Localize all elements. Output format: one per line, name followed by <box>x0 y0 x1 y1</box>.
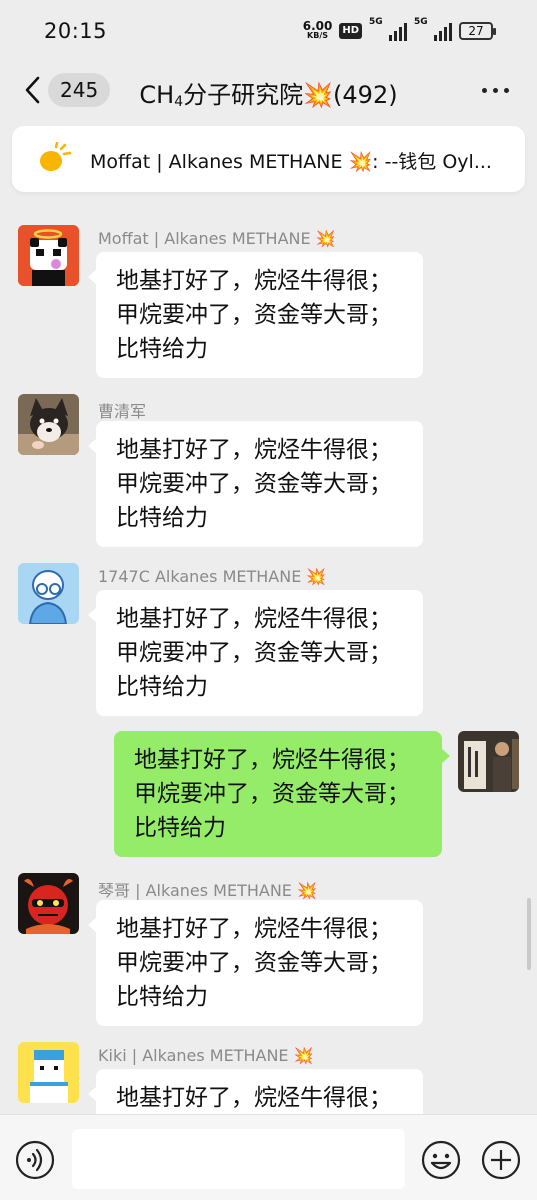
cartoon-glasses-avatar[interactable] <box>18 563 79 624</box>
message-line: 地基打好了，烷烃牛得很； <box>134 747 410 773</box>
announcement-icon <box>40 142 72 171</box>
chat-title-prefix: CH <box>139 81 175 109</box>
panda-angel-avatar[interactable] <box>18 225 79 286</box>
chat-header: 245 CH4分子研究院💥(492) <box>0 62 537 120</box>
sender-name: 曹清军 <box>98 402 147 421</box>
chat-title[interactable]: CH4分子研究院💥(492) <box>0 75 537 110</box>
sender-name: Moffat | Alkanes METHANE 💥 <box>98 229 336 248</box>
more-options-icon[interactable] <box>482 88 509 93</box>
message-input[interactable] <box>72 1129 405 1189</box>
message-line: 地基打好了，烷烃牛得很； <box>116 606 392 632</box>
emoji-icon[interactable] <box>420 1139 462 1181</box>
voice-input-icon[interactable] <box>14 1139 56 1181</box>
scrollbar-thumb[interactable] <box>527 898 531 970</box>
message-line: 地基打好了，烷烃牛得很； <box>116 437 392 463</box>
status-bar: 20:15 6.00 KB/S HD 5G 5G 27 <box>0 0 537 62</box>
pinned-notice-text: Moffat | Alkanes METHANE 💥: --钱包 Oyl... <box>90 151 492 173</box>
message-line: 地基打好了，烷烃牛得很； <box>116 916 392 942</box>
signal-icon-1: 5G <box>369 17 407 41</box>
status-time: 20:15 <box>44 19 108 43</box>
message-line: 比特给力 <box>116 984 208 1010</box>
sender-name: Kiki | Alkanes METHANE 💥 <box>98 1046 314 1065</box>
sender-name: 1747C Alkanes METHANE 💥 <box>98 567 327 586</box>
message-line: 甲烷要冲了，资金等大哥； <box>116 640 392 666</box>
network-speed: 6.00 KB/S <box>302 19 333 41</box>
input-bar <box>0 1114 537 1200</box>
message-line: 甲烷要冲了，资金等大哥； <box>134 781 410 807</box>
message-line: 比特给力 <box>134 815 226 841</box>
status-indicators: 6.00 KB/S HD 5G 5G 27 <box>302 17 496 44</box>
hd-voice-icon: HD <box>339 23 362 39</box>
message-line: 比特给力 <box>116 674 208 700</box>
message-bubble[interactable]: 地基打好了，烷烃牛得很； 甲烷要冲了，资金等大哥； 比特给力 <box>114 731 450 857</box>
message-line: 地基打好了，烷烃牛得很； <box>116 268 392 294</box>
message-bubble[interactable]: 地基打好了，烷烃牛得很； 甲烷要冲了，资金等大哥； 比特给力 <box>88 900 423 1026</box>
message-line: 甲烷要冲了，资金等大哥； <box>116 950 392 976</box>
message-line: 比特给力 <box>116 336 208 362</box>
sender-name: 琴哥 | Alkanes METHANE 💥 <box>98 881 317 900</box>
message-bubble[interactable]: 地基打好了，烷烃牛得很； 甲烷要冲了，资金等大哥； 比特给力 <box>88 421 423 547</box>
message-bubble[interactable]: 地基打好了，烷烃牛得很； 甲烷要冲了，资金等大哥； 比特给力 <box>88 590 423 716</box>
red-helmet-avatar[interactable] <box>18 873 79 934</box>
message-bubble[interactable]: 地基打好了，烷烃牛得很； 甲烷要冲了，资金等大哥； 比特给力 <box>88 252 423 378</box>
network-type-label-2: 5G <box>414 17 428 27</box>
shiba-dog-avatar[interactable] <box>18 394 79 455</box>
battery-level: 27 <box>468 24 484 38</box>
message-line: 地基打好了，烷烃牛得很； <box>116 1085 392 1111</box>
chat-title-suffix: 分子研究院💥(492) <box>183 81 398 109</box>
message-line: 甲烷要冲了，资金等大哥； <box>116 471 392 497</box>
self-photo-avatar[interactable] <box>458 731 519 792</box>
battery-icon: 27 <box>459 22 496 40</box>
network-speed-value: 6.00 <box>302 19 333 33</box>
network-type-label-1: 5G <box>369 17 383 27</box>
pixel-character-avatar[interactable] <box>18 1042 79 1103</box>
network-speed-unit: KB/S <box>307 31 329 40</box>
message-line: 比特给力 <box>116 505 208 531</box>
signal-icon-2: 5G <box>414 17 452 41</box>
plus-icon[interactable] <box>480 1139 522 1181</box>
chat-title-subscript: 4 <box>174 94 184 110</box>
message-line: 甲烷要冲了，资金等大哥； <box>116 302 392 328</box>
pinned-notice[interactable]: Moffat | Alkanes METHANE 💥: --钱包 Oyl... <box>12 126 525 192</box>
